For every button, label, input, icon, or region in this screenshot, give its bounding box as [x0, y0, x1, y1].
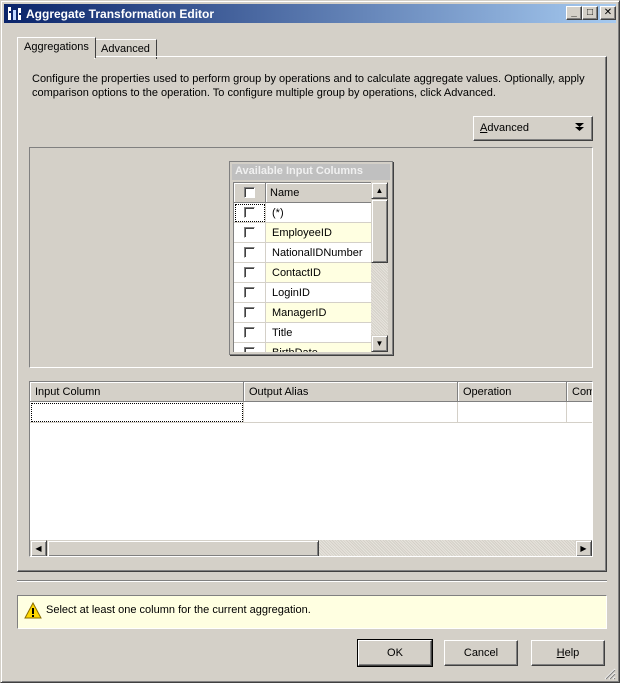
minimize-button[interactable]: _	[566, 6, 582, 20]
column-checkbox[interactable]	[244, 207, 255, 218]
list-item[interactable]: BirthDate	[234, 343, 371, 352]
status-text: Select at least one column for the curre…	[46, 604, 311, 616]
column-checkbox[interactable]	[244, 327, 255, 338]
list-item[interactable]: (*)	[234, 203, 371, 223]
tab-aggregations[interactable]: Aggregations	[17, 37, 96, 58]
list-item[interactable]: ContactID	[234, 263, 371, 283]
scroll-left-arrow-icon[interactable]: ◀	[30, 540, 47, 556]
scroll-right-arrow-icon[interactable]: ▶	[575, 540, 592, 556]
scroll-thumb[interactable]	[371, 199, 388, 263]
column-name: EmployeeID	[266, 223, 371, 243]
status-message-bar: Select at least one column for the curre…	[17, 595, 607, 629]
column-checkbox[interactable]	[244, 287, 255, 298]
column-checkbox[interactable]	[244, 247, 255, 258]
grid-cell-output-alias[interactable]	[244, 402, 458, 423]
grid-cell-input-column[interactable]	[30, 402, 244, 423]
available-columns-header: Name	[234, 183, 371, 203]
aggregate-transformation-editor-window: Aggregate Transformation Editor _ □ ✕ Ag…	[0, 0, 620, 683]
list-item[interactable]: LoginID	[234, 283, 371, 303]
maximize-button[interactable]: □	[582, 6, 598, 20]
help-label-rest: elp	[564, 647, 580, 659]
column-checkbox[interactable]	[244, 307, 255, 318]
tab-aggregations-label: Aggregations	[24, 41, 89, 53]
list-item[interactable]: Title	[234, 323, 371, 343]
columns-vertical-scrollbar[interactable]: ▲ ▼	[371, 182, 388, 352]
column-name: LoginID	[266, 283, 371, 303]
scroll-down-arrow-icon[interactable]: ▼	[371, 335, 388, 352]
ok-button[interactable]: OK	[357, 639, 433, 667]
advanced-toggle-button[interactable]: Advanced	[473, 116, 593, 141]
column-checkbox[interactable]	[244, 267, 255, 278]
grid-header-output-alias[interactable]: Output Alias	[244, 382, 458, 402]
help-button[interactable]: Help	[531, 640, 605, 666]
separator	[17, 580, 607, 582]
double-chevron-down-icon	[575, 122, 584, 135]
cancel-button[interactable]: Cancel	[444, 640, 518, 666]
column-checkbox[interactable]	[244, 227, 255, 238]
grid-header-input-column[interactable]: Input Column	[30, 382, 244, 402]
grid-header-comparison-flags[interactable]: Comparison Flags	[567, 382, 592, 402]
help-mnemonic: H	[556, 647, 565, 659]
grid-header-operation[interactable]: Operation	[458, 382, 567, 402]
window-title: Aggregate Transformation Editor	[26, 7, 215, 21]
scroll-thumb[interactable]	[47, 540, 319, 556]
list-item[interactable]: NationalIDNumber	[234, 243, 371, 263]
grid-cell-comparison-flags[interactable]	[567, 402, 592, 423]
column-header-name[interactable]: Name	[266, 183, 371, 203]
column-name: Title	[266, 323, 371, 343]
column-name: (*)	[266, 203, 371, 223]
available-input-columns-panel: Available Input Columns Name (*) Employe…	[229, 161, 393, 355]
title-bar[interactable]: Aggregate Transformation Editor _ □ ✕	[4, 4, 616, 23]
list-item[interactable]: ManagerID	[234, 303, 371, 323]
grid-horizontal-scrollbar[interactable]: ◀ ▶	[30, 540, 592, 556]
tab-advanced-label: Advanced	[101, 43, 150, 55]
available-input-columns-title: Available Input Columns	[232, 164, 390, 180]
grid-cell-operation[interactable]	[458, 402, 567, 423]
column-name: ManagerID	[266, 303, 371, 323]
column-name: NationalIDNumber	[266, 243, 371, 263]
column-name: ContactID	[266, 263, 371, 283]
column-checkbox[interactable]	[244, 347, 255, 352]
warning-icon	[24, 602, 42, 619]
ssis-transform-icon	[8, 7, 21, 20]
list-item[interactable]: EmployeeID	[234, 223, 371, 243]
select-all-checkbox-cell[interactable]	[234, 183, 266, 203]
select-all-checkbox[interactable]	[244, 187, 255, 198]
resize-grip-icon[interactable]	[604, 668, 616, 680]
available-columns-list[interactable]: Name (*) EmployeeID NationalIDNumber Con…	[233, 182, 371, 352]
description-text: Configure the properties used to perform…	[32, 73, 585, 99]
advanced-button-label: Advanced	[480, 122, 529, 134]
column-name: BirthDate	[266, 343, 371, 352]
scroll-up-arrow-icon[interactable]: ▲	[371, 182, 388, 199]
close-button[interactable]: ✕	[600, 6, 616, 20]
aggregation-grid[interactable]: Input Column Output Alias Operation Comp…	[29, 381, 593, 557]
